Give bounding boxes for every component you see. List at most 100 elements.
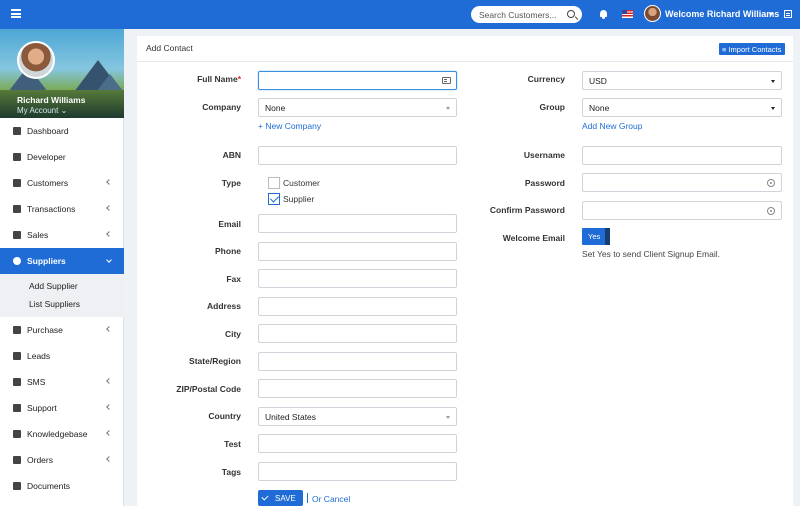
zip-field[interactable] xyxy=(258,379,457,398)
menu-toggle-icon[interactable] xyxy=(11,9,21,18)
chevron-down-icon xyxy=(446,107,450,110)
sidebar: Richard Williams My Account ⌄ Dashboard … xyxy=(0,29,124,506)
tags-field[interactable] xyxy=(258,462,457,481)
divider xyxy=(137,61,793,62)
test-label: Test xyxy=(224,439,241,449)
type-supplier-label: Supplier xyxy=(283,194,315,204)
sidebar-item-sales[interactable]: Sales xyxy=(0,222,124,248)
sidebar-item-sms[interactable]: SMS xyxy=(0,369,124,395)
sidebar-subitem-add-supplier[interactable]: Add Supplier xyxy=(0,277,124,295)
search-icon[interactable] xyxy=(567,10,575,18)
currency-select[interactable]: USD xyxy=(582,71,782,90)
address-field[interactable] xyxy=(258,297,457,316)
confirm-password-label: Confirm Password xyxy=(489,205,565,215)
users-icon xyxy=(13,179,21,187)
zip-label: ZIP/Postal Code xyxy=(176,384,241,394)
profile-card: Richard Williams My Account ⌄ xyxy=(0,29,124,118)
sidebar-item-leads[interactable]: Leads xyxy=(0,343,124,369)
apps-icon[interactable] xyxy=(784,10,792,18)
email-field[interactable] xyxy=(258,214,457,233)
state-field[interactable] xyxy=(258,352,457,371)
sidebar-item-support[interactable]: Support xyxy=(0,395,124,421)
page-title: Add Contact xyxy=(146,43,193,53)
type-label: Type xyxy=(221,178,241,188)
sidebar-item-label: Support xyxy=(27,403,57,413)
list-icon xyxy=(13,456,21,464)
sidebar-item-dashboard[interactable]: Dashboard xyxy=(0,118,124,144)
sidebar-item-developer[interactable]: Developer xyxy=(0,144,124,170)
type-customer-label: Customer xyxy=(283,178,320,188)
type-supplier-checkbox[interactable] xyxy=(268,193,280,205)
chevron-down-icon xyxy=(106,257,112,263)
abn-field[interactable] xyxy=(258,146,457,165)
sidebar-item-label: SMS xyxy=(27,377,46,387)
sidebar-subitem-list-suppliers[interactable]: List Suppliers xyxy=(0,295,124,313)
chevron-left-icon xyxy=(106,326,112,332)
sidebar-item-purchase[interactable]: Purchase xyxy=(0,317,124,343)
chevron-left-icon xyxy=(106,179,112,185)
book-icon xyxy=(13,430,21,438)
toggle-label: Yes xyxy=(588,232,601,241)
sidebar-item-label: Purchase xyxy=(27,325,63,335)
bell-icon[interactable] xyxy=(600,10,607,19)
sidebar-item-documents[interactable]: Documents xyxy=(0,473,124,499)
eye-icon[interactable] xyxy=(767,207,775,215)
group-select[interactable]: None xyxy=(582,98,782,117)
chat-icon xyxy=(13,378,21,386)
chevron-down-icon[interactable] xyxy=(769,13,773,16)
chevron-left-icon xyxy=(106,378,112,384)
sidebar-item-customers[interactable]: Customers xyxy=(0,170,124,196)
lifebuoy-icon xyxy=(13,404,21,412)
fax-field[interactable] xyxy=(258,269,457,288)
sidebar-item-orders[interactable]: Orders xyxy=(0,447,124,473)
profile-avatar xyxy=(17,41,55,79)
email-label: Email xyxy=(218,219,241,229)
profile-name: Richard Williams xyxy=(17,95,86,105)
save-button-label: SAVE xyxy=(275,494,296,503)
file-icon xyxy=(13,482,21,490)
suppliers-submenu: Add Supplier List Suppliers xyxy=(0,274,124,317)
confirm-password-field[interactable] xyxy=(582,201,782,220)
list-icon xyxy=(13,352,21,360)
new-company-link[interactable]: + New Company xyxy=(258,121,321,131)
chevron-left-icon xyxy=(106,231,112,237)
save-button[interactable]: SAVE xyxy=(258,490,303,506)
divider xyxy=(307,493,308,503)
type-customer-checkbox[interactable] xyxy=(268,177,280,189)
welcome-email-toggle[interactable]: Yes xyxy=(582,228,610,245)
toggle-knob xyxy=(605,228,610,245)
city-field[interactable] xyxy=(258,324,457,343)
chevron-left-icon xyxy=(106,430,112,436)
avatar[interactable] xyxy=(644,5,661,22)
sidebar-item-transactions[interactable]: Transactions xyxy=(0,196,124,222)
password-field[interactable] xyxy=(582,173,782,192)
chevron-left-icon xyxy=(106,404,112,410)
address-label: Address xyxy=(206,301,241,311)
search-input[interactable]: Search Customers... xyxy=(471,6,582,23)
sidebar-item-label: Transactions xyxy=(27,204,76,214)
document-icon xyxy=(13,153,21,161)
country-select[interactable]: United States xyxy=(258,407,457,426)
company-select[interactable]: None xyxy=(258,98,457,117)
username-field[interactable] xyxy=(582,146,782,165)
phone-field[interactable] xyxy=(258,242,457,261)
welcome-user-menu[interactable]: Welcome Richard Williams xyxy=(665,9,779,19)
full-name-field[interactable] xyxy=(258,71,457,90)
cancel-link[interactable]: Or Cancel xyxy=(312,494,350,504)
add-group-link[interactable]: Add New Group xyxy=(582,121,642,131)
sidebar-item-knowledgebase[interactable]: Knowledgebase xyxy=(0,421,124,447)
fax-label: Fax xyxy=(226,274,241,284)
my-account-link[interactable]: My Account ⌄ xyxy=(17,106,67,115)
tags-label: Tags xyxy=(221,467,241,477)
sidebar-item-label: Orders xyxy=(27,455,53,465)
phone-label: Phone xyxy=(215,246,241,256)
test-field[interactable] xyxy=(258,434,457,453)
truck-icon xyxy=(13,326,21,334)
import-contacts-button[interactable]: ≡ Import Contacts xyxy=(719,43,785,55)
group-select-value: None xyxy=(589,103,610,113)
state-label: State/Region xyxy=(189,356,241,366)
us-flag-icon[interactable] xyxy=(622,10,633,18)
contact-card-icon[interactable] xyxy=(442,77,451,84)
sidebar-item-suppliers[interactable]: Suppliers xyxy=(0,248,124,274)
eye-icon[interactable] xyxy=(767,179,775,187)
